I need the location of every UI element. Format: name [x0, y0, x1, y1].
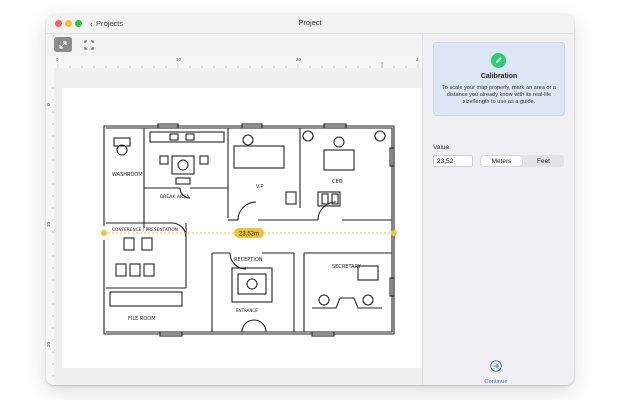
- calibration-description: To scale your map properly, mark an area…: [442, 85, 556, 105]
- diagonal-arrows-icon: [59, 41, 67, 48]
- ruler-mark: 10: [176, 57, 182, 62]
- room-label-reception: RECEPTION: [234, 257, 263, 263]
- arrow-right-circle-icon[interactable]: [490, 360, 502, 372]
- unit-option-meters[interactable]: Meters: [481, 156, 522, 166]
- toolbar: [46, 34, 422, 56]
- unit-segmented-control: Meters Feet: [480, 155, 564, 167]
- measure-handle-left[interactable]: [101, 230, 107, 236]
- floor-plan-page: 23,52m WASHROOM BREAK AREA V.P CEO CONFE…: [62, 88, 430, 368]
- ruler-mark: 0: [56, 57, 59, 62]
- room-label-washroom: WASHROOM: [112, 172, 143, 178]
- ruler-mark: 20: [296, 57, 302, 62]
- measure-tool-button[interactable]: [54, 37, 72, 52]
- room-label-file-room: FILE ROOM: [128, 316, 156, 322]
- measure-handle-right[interactable]: [391, 230, 397, 236]
- room-label-break-area: BREAK AREA: [160, 194, 190, 200]
- ruler-mark: 0: [46, 103, 51, 106]
- floor-plan-drawing: 23,52m WASHROOM BREAK AREA V.P CEO CONFE…: [101, 123, 397, 337]
- calibration-info-card: Calibration To scale your map properly, …: [433, 42, 565, 116]
- calibration-sidebar: Calibration To scale your map properly, …: [422, 34, 574, 385]
- value-input[interactable]: [433, 155, 473, 167]
- ruler-mark: 20: [46, 341, 52, 348]
- app-window: ‹ Projects Project 0 10 20 3 0 10 20 23,…: [46, 14, 574, 385]
- unit-option-feet[interactable]: Feet: [523, 155, 564, 167]
- crop-frame-icon: [84, 40, 94, 49]
- room-label-conference: CONFERENCE / PRESENTATION: [112, 227, 178, 233]
- room-label-secretary: SECRETARY: [332, 264, 362, 270]
- window-title: Project: [298, 18, 322, 27]
- room-label-entrance: ENTRANCE: [236, 308, 258, 313]
- room-label-ceo: CEO: [332, 179, 343, 185]
- value-label: Value: [433, 144, 450, 151]
- measurement-label: 23,52m: [239, 232, 259, 238]
- calibration-title: Calibration: [480, 73, 518, 80]
- area-tool-button[interactable]: [80, 37, 98, 52]
- pencil-check-icon: [491, 53, 506, 68]
- ruler-ticks: [57, 62, 419, 68]
- ruler-mark: 10: [46, 221, 52, 228]
- continue-button[interactable]: Continue: [473, 379, 519, 385]
- room-label-vp: V.P: [256, 184, 263, 190]
- ruler-mark: 3: [416, 57, 419, 62]
- title-bar: ‹ Projects Project: [46, 14, 574, 34]
- map-canvas[interactable]: 23,52m WASHROOM BREAK AREA V.P CEO CONFE…: [54, 68, 430, 385]
